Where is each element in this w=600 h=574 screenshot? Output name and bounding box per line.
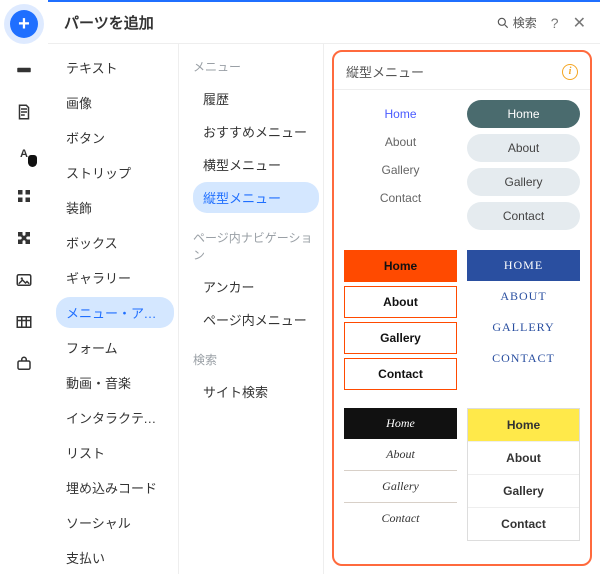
category-item[interactable]: メニュー・アンカー: [56, 297, 174, 328]
image-icon[interactable]: [12, 268, 36, 292]
preview-column: 縦型メニュー i HomeAboutGalleryContact HomeAbo…: [323, 44, 600, 574]
category-item[interactable]: ストリップ: [56, 157, 174, 188]
category-item[interactable]: ソーシャル: [56, 507, 174, 538]
section-icon[interactable]: [12, 58, 36, 82]
menu-item: Home: [344, 100, 457, 128]
menu-item: About: [344, 439, 457, 471]
menu-item: Gallery: [468, 475, 579, 508]
subcategory-item[interactable]: サイト検索: [193, 376, 319, 407]
menu-item: Home: [344, 250, 457, 282]
text-style-icon[interactable]: A: [12, 142, 36, 166]
menu-item: About: [467, 134, 580, 162]
menu-item: Contact: [344, 184, 457, 212]
subgroup-head: 検索: [193, 351, 319, 368]
category-item[interactable]: フォーム: [56, 332, 174, 363]
panel-title: パーツを追加: [64, 12, 496, 33]
menu-item: About: [344, 128, 457, 156]
menu-item: ABOUT: [467, 281, 580, 312]
menu-item: GALLERY: [467, 312, 580, 343]
subcategory-list: メニュー履歴おすすめメニュー横型メニュー縦型メニューページ内ナビゲーションアンカ…: [178, 44, 323, 574]
menu-sample-4[interactable]: HOMEABOUTGALLERYCONTACT: [467, 250, 580, 394]
menu-item: HOME: [467, 250, 580, 281]
business-icon[interactable]: [12, 352, 36, 376]
category-list: テキスト画像ボタンストリップ装飾ボックスギャラリーメニュー・アンカーフォーム動画…: [48, 44, 178, 574]
menu-item: About: [468, 442, 579, 475]
menu-item: Contact: [468, 508, 579, 540]
preview-title: 縦型メニュー: [346, 62, 562, 81]
menu-sample-6[interactable]: HomeAboutGalleryContact: [467, 408, 580, 541]
page-icon[interactable]: [12, 100, 36, 124]
menu-item: Gallery: [344, 156, 457, 184]
subcategory-item[interactable]: ページ内メニュー: [193, 304, 319, 335]
category-item[interactable]: 装飾: [56, 192, 174, 223]
category-item[interactable]: インタラクティブ: [56, 402, 174, 433]
menu-item: Gallery: [344, 322, 457, 354]
subcategory-item[interactable]: 履歴: [193, 83, 319, 114]
add-parts-panel: パーツを追加 検索 ? ✕ テキスト画像ボタンストリップ装飾ボックスギャラリーメ…: [48, 0, 600, 574]
menu-sample-3[interactable]: Home About Gallery Contact: [344, 250, 457, 394]
menu-item: Gallery: [467, 168, 580, 196]
menu-item: Contact: [467, 202, 580, 230]
menu-item: Contact: [344, 358, 457, 390]
help-icon[interactable]: ?: [551, 15, 559, 31]
menu-item: Home: [467, 100, 580, 128]
subcategory-item[interactable]: 横型メニュー: [193, 149, 319, 180]
grid-icon[interactable]: [12, 184, 36, 208]
category-item[interactable]: 埋め込みコード: [56, 472, 174, 503]
preview-body: HomeAboutGalleryContact HomeAboutGallery…: [334, 90, 590, 551]
category-item[interactable]: 動画・音楽: [56, 367, 174, 398]
puzzle-icon[interactable]: [12, 226, 36, 250]
search-button[interactable]: 検索: [496, 14, 537, 31]
category-item[interactable]: ギャラリー: [56, 262, 174, 293]
category-item[interactable]: 支払い: [56, 542, 174, 573]
close-icon[interactable]: ✕: [573, 13, 586, 33]
left-icon-rail: + A: [0, 0, 48, 574]
menu-item: Home: [468, 409, 579, 442]
preview-frame: 縦型メニュー i HomeAboutGalleryContact HomeAbo…: [332, 50, 592, 566]
menu-item: Home: [344, 408, 457, 439]
panel-header: パーツを追加 検索 ? ✕: [48, 2, 600, 44]
menu-sample-5[interactable]: HomeAboutGalleryContact: [344, 408, 457, 541]
category-item[interactable]: ボックス: [56, 227, 174, 258]
menu-item: Gallery: [344, 471, 457, 503]
menu-item: About: [344, 286, 457, 318]
menu-item: CONTACT: [467, 343, 580, 374]
menu-sample-2[interactable]: Home About Gallery Contact: [467, 100, 580, 236]
subgroup-head: メニュー: [193, 58, 319, 75]
category-item[interactable]: リスト: [56, 437, 174, 468]
menu-sample-1[interactable]: HomeAboutGalleryContact: [344, 100, 457, 236]
menu-item: Contact: [344, 503, 457, 534]
search-icon: [496, 16, 510, 30]
subgroup-head: ページ内ナビゲーション: [193, 229, 319, 263]
info-icon[interactable]: i: [562, 64, 578, 80]
subcategory-item[interactable]: アンカー: [193, 271, 319, 302]
search-label: 検索: [513, 14, 537, 31]
add-button[interactable]: +: [10, 10, 38, 38]
category-item[interactable]: 画像: [56, 87, 174, 118]
subcategory-item[interactable]: おすすめメニュー: [193, 116, 319, 147]
table-icon[interactable]: [12, 310, 36, 334]
category-item[interactable]: テキスト: [56, 52, 174, 83]
category-item[interactable]: ボタン: [56, 122, 174, 153]
subcategory-item[interactable]: 縦型メニュー: [193, 182, 319, 213]
